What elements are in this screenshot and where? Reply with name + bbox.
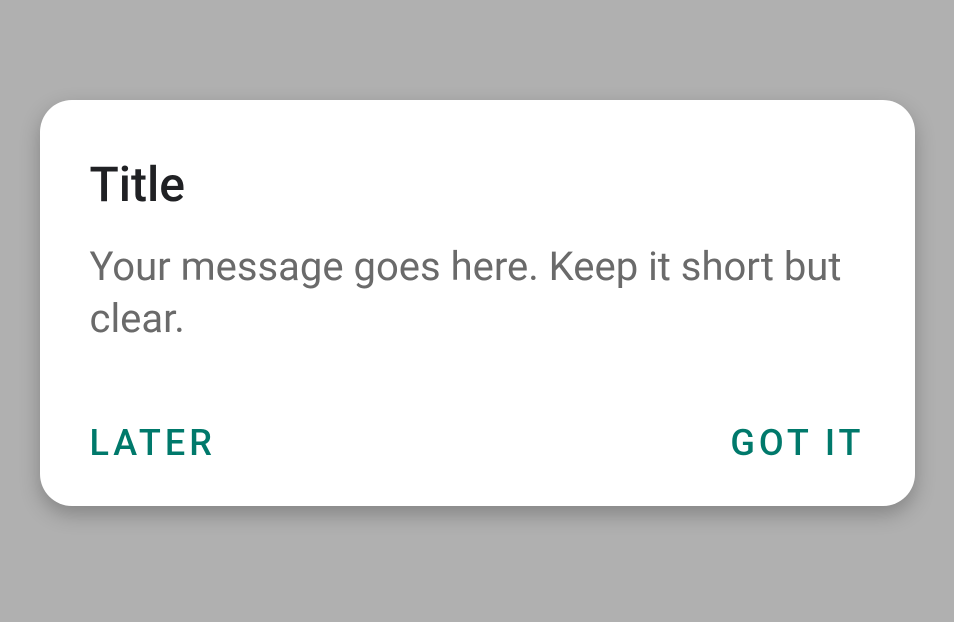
got-it-button[interactable]: GOT IT (730, 416, 864, 470)
dialog-actions: LATER GOT IT (90, 416, 865, 470)
dialog: Title Your message goes here. Keep it sh… (40, 100, 915, 505)
dialog-message: Your message goes here. Keep it short bu… (90, 241, 865, 343)
dialog-title: Title (90, 156, 865, 213)
later-button[interactable]: LATER (90, 416, 216, 470)
